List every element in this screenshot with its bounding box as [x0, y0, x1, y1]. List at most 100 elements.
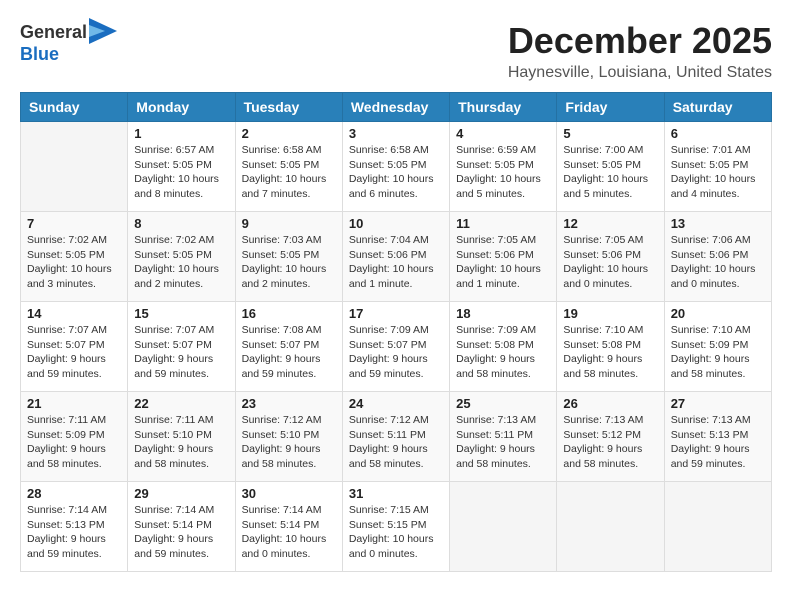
- day-info: Sunrise: 7:10 AM Sunset: 5:09 PM Dayligh…: [671, 323, 765, 382]
- day-info: Sunrise: 7:11 AM Sunset: 5:09 PM Dayligh…: [27, 413, 121, 472]
- day-number: 29: [134, 486, 228, 501]
- day-number: 26: [563, 396, 657, 411]
- day-number: 23: [242, 396, 336, 411]
- day-number: 16: [242, 306, 336, 321]
- calendar-cell: [557, 482, 664, 572]
- calendar-cell: 25Sunrise: 7:13 AM Sunset: 5:11 PM Dayli…: [450, 392, 557, 482]
- day-info: Sunrise: 7:12 AM Sunset: 5:11 PM Dayligh…: [349, 413, 443, 472]
- day-number: 3: [349, 126, 443, 141]
- day-number: 20: [671, 306, 765, 321]
- day-info: Sunrise: 7:11 AM Sunset: 5:10 PM Dayligh…: [134, 413, 228, 472]
- day-info: Sunrise: 7:03 AM Sunset: 5:05 PM Dayligh…: [242, 233, 336, 292]
- day-number: 4: [456, 126, 550, 141]
- day-info: Sunrise: 7:04 AM Sunset: 5:06 PM Dayligh…: [349, 233, 443, 292]
- calendar-table: SundayMondayTuesdayWednesdayThursdayFrid…: [20, 92, 772, 572]
- day-number: 22: [134, 396, 228, 411]
- day-header-sunday: Sunday: [21, 93, 128, 122]
- calendar-cell: 9 Sunrise: 7:03 AM Sunset: 5:05 PM Daylig…: [235, 212, 342, 302]
- month-title: December 2025: [508, 20, 772, 62]
- logo: General Blue: [20, 20, 117, 65]
- calendar-cell: [21, 122, 128, 212]
- calendar-cell: 27Sunrise: 7:13 AM Sunset: 5:13 PM Dayli…: [664, 392, 771, 482]
- calendar-cell: [664, 482, 771, 572]
- logo-icon: [89, 18, 117, 44]
- day-info: Sunrise: 6:58 AM Sunset: 5:05 PM Dayligh…: [349, 143, 443, 202]
- day-info: Sunrise: 6:59 AM Sunset: 5:05 PM Dayligh…: [456, 143, 550, 202]
- day-info: Sunrise: 7:02 AM Sunset: 5:05 PM Dayligh…: [27, 233, 121, 292]
- day-number: 28: [27, 486, 121, 501]
- day-info: Sunrise: 7:00 AM Sunset: 5:05 PM Dayligh…: [563, 143, 657, 202]
- day-number: 1: [134, 126, 228, 141]
- day-number: 24: [349, 396, 443, 411]
- day-number: 5: [563, 126, 657, 141]
- calendar-week-row: 1 Sunrise: 6:57 AM Sunset: 5:05 PM Daylig…: [21, 122, 772, 212]
- day-number: 19: [563, 306, 657, 321]
- day-info: Sunrise: 7:06 AM Sunset: 5:06 PM Dayligh…: [671, 233, 765, 292]
- day-info: Sunrise: 7:14 AM Sunset: 5:13 PM Dayligh…: [27, 503, 121, 562]
- day-info: Sunrise: 7:09 AM Sunset: 5:08 PM Dayligh…: [456, 323, 550, 382]
- calendar-cell: 22 Sunrise: 7:11 AM Sunset: 5:10 PM Dayli…: [128, 392, 235, 482]
- calendar-cell: 16 Sunrise: 7:08 AM Sunset: 5:07 PM Dayli…: [235, 302, 342, 392]
- day-number: 2: [242, 126, 336, 141]
- day-number: 30: [242, 486, 336, 501]
- day-header-saturday: Saturday: [664, 93, 771, 122]
- calendar-cell: 28 Sunrise: 7:14 AM Sunset: 5:13 PM Dayli…: [21, 482, 128, 572]
- day-header-wednesday: Wednesday: [342, 93, 449, 122]
- calendar-cell: 6 Sunrise: 7:01 AM Sunset: 5:05 PM Daylig…: [664, 122, 771, 212]
- calendar-cell: 11 Sunrise: 7:05 AM Sunset: 5:06 PM Dayli…: [450, 212, 557, 302]
- day-number: 8: [134, 216, 228, 231]
- calendar-cell: 8Sunrise: 7:02 AM Sunset: 5:05 PM Daylig…: [128, 212, 235, 302]
- day-info: Sunrise: 7:12 AM Sunset: 5:10 PM Dayligh…: [242, 413, 336, 472]
- day-info: Sunrise: 7:10 AM Sunset: 5:08 PM Dayligh…: [563, 323, 657, 382]
- day-header-thursday: Thursday: [450, 93, 557, 122]
- days-header-row: SundayMondayTuesdayWednesdayThursdayFrid…: [21, 93, 772, 122]
- day-number: 21: [27, 396, 121, 411]
- day-number: 10: [349, 216, 443, 231]
- calendar-cell: 24 Sunrise: 7:12 AM Sunset: 5:11 PM Dayli…: [342, 392, 449, 482]
- calendar-cell: 19 Sunrise: 7:10 AM Sunset: 5:08 PM Dayli…: [557, 302, 664, 392]
- day-number: 15: [134, 306, 228, 321]
- day-number: 6: [671, 126, 765, 141]
- day-info: Sunrise: 7:13 AM Sunset: 5:12 PM Dayligh…: [563, 413, 657, 472]
- calendar-cell: 2 Sunrise: 6:58 AM Sunset: 5:05 PM Daylig…: [235, 122, 342, 212]
- day-info: Sunrise: 7:01 AM Sunset: 5:05 PM Dayligh…: [671, 143, 765, 202]
- calendar-week-row: 14 Sunrise: 7:07 AM Sunset: 5:07 PM Dayli…: [21, 302, 772, 392]
- calendar-cell: 31Sunrise: 7:15 AM Sunset: 5:15 PM Dayli…: [342, 482, 449, 572]
- day-header-monday: Monday: [128, 93, 235, 122]
- day-info: Sunrise: 7:13 AM Sunset: 5:11 PM Dayligh…: [456, 413, 550, 472]
- calendar-cell: 10 Sunrise: 7:04 AM Sunset: 5:06 PM Dayli…: [342, 212, 449, 302]
- day-info: Sunrise: 7:13 AM Sunset: 5:13 PM Dayligh…: [671, 413, 765, 472]
- location-title: Haynesville, Louisiana, United States: [508, 64, 772, 82]
- day-number: 14: [27, 306, 121, 321]
- calendar-cell: 21 Sunrise: 7:11 AM Sunset: 5:09 PM Dayli…: [21, 392, 128, 482]
- calendar-cell: 29Sunrise: 7:14 AM Sunset: 5:14 PM Dayli…: [128, 482, 235, 572]
- header: General Blue December 2025 Haynesville, …: [20, 20, 772, 82]
- calendar-cell: 4 Sunrise: 6:59 AM Sunset: 5:05 PM Daylig…: [450, 122, 557, 212]
- calendar-cell: 26 Sunrise: 7:13 AM Sunset: 5:12 PM Dayli…: [557, 392, 664, 482]
- calendar-cell: 30 Sunrise: 7:14 AM Sunset: 5:14 PM Dayli…: [235, 482, 342, 572]
- day-info: Sunrise: 6:58 AM Sunset: 5:05 PM Dayligh…: [242, 143, 336, 202]
- day-info: Sunrise: 7:05 AM Sunset: 5:06 PM Dayligh…: [456, 233, 550, 292]
- day-info: Sunrise: 7:14 AM Sunset: 5:14 PM Dayligh…: [242, 503, 336, 562]
- calendar-cell: 3 Sunrise: 6:58 AM Sunset: 5:05 PM Daylig…: [342, 122, 449, 212]
- day-number: 13: [671, 216, 765, 231]
- calendar-cell: 12 Sunrise: 7:05 AM Sunset: 5:06 PM Dayli…: [557, 212, 664, 302]
- day-info: Sunrise: 7:05 AM Sunset: 5:06 PM Dayligh…: [563, 233, 657, 292]
- title-section: December 2025 Haynesville, Louisiana, Un…: [508, 20, 772, 82]
- calendar-week-row: 21 Sunrise: 7:11 AM Sunset: 5:09 PM Dayli…: [21, 392, 772, 482]
- calendar-cell: [450, 482, 557, 572]
- day-number: 12: [563, 216, 657, 231]
- day-info: Sunrise: 7:08 AM Sunset: 5:07 PM Dayligh…: [242, 323, 336, 382]
- day-header-tuesday: Tuesday: [235, 93, 342, 122]
- calendar-cell: 1 Sunrise: 6:57 AM Sunset: 5:05 PM Daylig…: [128, 122, 235, 212]
- day-header-friday: Friday: [557, 93, 664, 122]
- calendar-cell: 17Sunrise: 7:09 AM Sunset: 5:07 PM Dayli…: [342, 302, 449, 392]
- calendar-cell: 14 Sunrise: 7:07 AM Sunset: 5:07 PM Dayli…: [21, 302, 128, 392]
- day-number: 18: [456, 306, 550, 321]
- day-info: Sunrise: 7:07 AM Sunset: 5:07 PM Dayligh…: [27, 323, 121, 382]
- day-info: Sunrise: 6:57 AM Sunset: 5:05 PM Dayligh…: [134, 143, 228, 202]
- day-number: 9: [242, 216, 336, 231]
- calendar-cell: 18 Sunrise: 7:09 AM Sunset: 5:08 PM Dayli…: [450, 302, 557, 392]
- calendar-cell: 20 Sunrise: 7:10 AM Sunset: 5:09 PM Dayli…: [664, 302, 771, 392]
- day-number: 11: [456, 216, 550, 231]
